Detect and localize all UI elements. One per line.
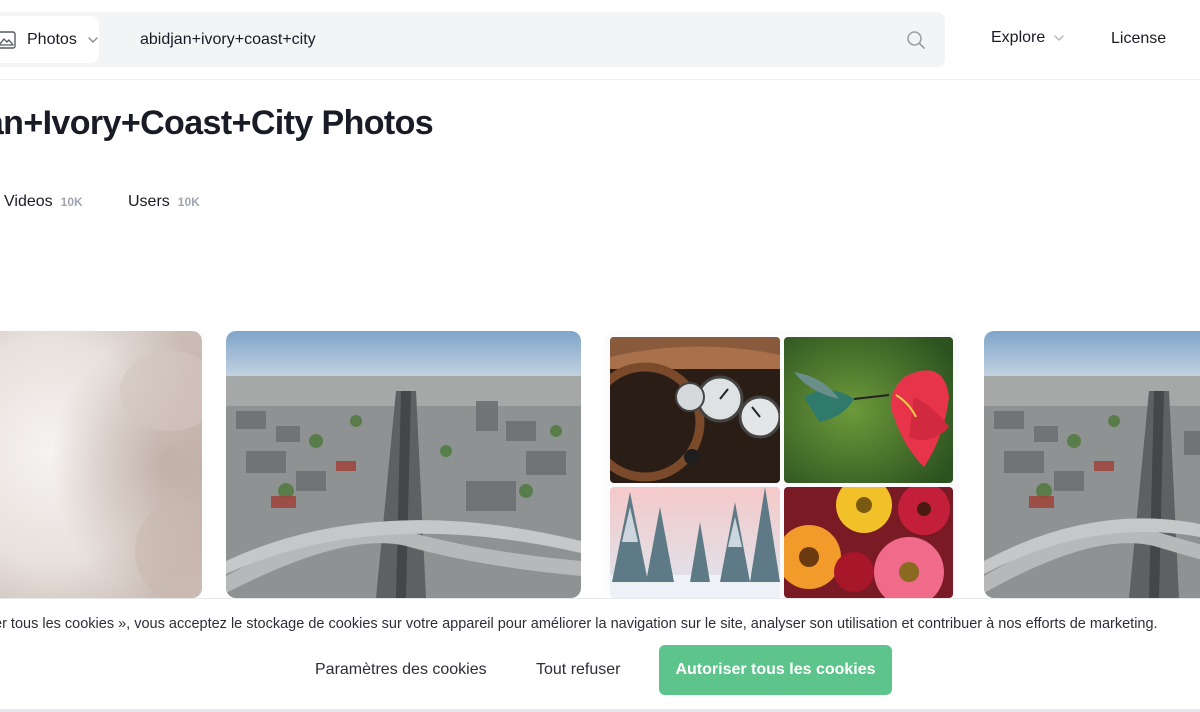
- tab-videos[interactable]: Videos 10K: [4, 193, 83, 211]
- image-icon: [0, 30, 16, 49]
- dashboard-photo: [610, 337, 780, 483]
- chevron-down-icon: [87, 36, 99, 44]
- tab-videos-count: 10K: [60, 195, 83, 209]
- media-type-label: Photos: [27, 30, 77, 48]
- chevron-down-icon: [1053, 34, 1065, 42]
- search-icon[interactable]: [906, 30, 926, 50]
- refuse-all-button[interactable]: Tout refuser: [536, 661, 620, 679]
- cookie-message: er tous les cookies », vous acceptez le …: [0, 616, 1158, 632]
- cookie-banner: er tous les cookies », vous acceptez le …: [0, 598, 1200, 712]
- cookie-settings-button[interactable]: Paramètres des cookies: [315, 661, 487, 679]
- search-input[interactable]: [120, 12, 860, 67]
- tab-users[interactable]: Users 10K: [128, 193, 200, 211]
- accept-all-cookies-button[interactable]: Autoriser tous les cookies: [659, 645, 892, 695]
- media-type-select[interactable]: Photos: [0, 16, 99, 63]
- city-highway-photo: [226, 331, 581, 598]
- photo-tile[interactable]: [0, 331, 202, 598]
- hummingbird-photo: [784, 337, 953, 483]
- smoke-photo: [0, 331, 202, 598]
- search-bar: Photos: [0, 12, 945, 67]
- photo-tile[interactable]: [226, 331, 581, 598]
- tab-videos-label: Videos: [4, 193, 53, 210]
- tab-users-label: Users: [128, 193, 170, 210]
- tab-users-count: 10K: [177, 195, 200, 209]
- snowy-forest-photo: [610, 487, 780, 598]
- page-title: jan+Ivory+Coast+City Photos: [0, 104, 434, 142]
- nav-explore-label: Explore: [991, 29, 1046, 46]
- flowers-photo: [784, 487, 953, 598]
- city-highway-photo: [984, 331, 1200, 598]
- nav-explore[interactable]: Explore: [991, 29, 1065, 47]
- top-header: Photos Explore License: [0, 0, 1200, 80]
- photo-tile[interactable]: [984, 331, 1200, 598]
- nav-license[interactable]: License: [1111, 30, 1166, 48]
- photo-collage-tile[interactable]: [604, 331, 959, 598]
